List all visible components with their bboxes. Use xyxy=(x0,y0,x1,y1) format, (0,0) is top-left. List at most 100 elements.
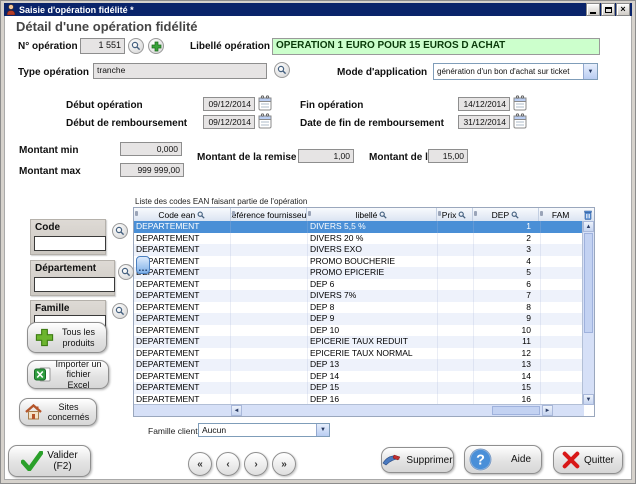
table-cell xyxy=(541,244,584,256)
search-icon[interactable] xyxy=(197,211,205,219)
arrow-right-icon: ► xyxy=(545,408,551,414)
table-cell: DEPARTEMENT xyxy=(134,382,231,394)
check-icon xyxy=(21,451,43,471)
scroll-left-button[interactable]: ◄ xyxy=(231,405,242,416)
house-icon xyxy=(25,404,42,420)
table-cell: DEP 9 xyxy=(308,313,438,325)
col-header-libelle[interactable]: libellé xyxy=(307,208,436,221)
table-row[interactable]: DEPARTEMENTDIVERS EXO3 xyxy=(134,244,584,256)
num-operation-search-button[interactable] xyxy=(128,38,144,54)
fin-remboursement-field[interactable]: 31/12/2014 xyxy=(458,115,510,129)
table-cell xyxy=(231,336,308,348)
mode-application-select[interactable]: génération d'un bon d'achat sur ticket ▼ xyxy=(433,63,598,80)
table-row[interactable]: DEPARTEMENTDEP 1515 xyxy=(134,382,584,394)
search-icon[interactable] xyxy=(511,211,519,219)
table-cell xyxy=(541,336,584,348)
horizontal-scrollbar[interactable]: ◄ ► xyxy=(134,404,584,416)
table-row[interactable]: DEPARTEMENTDEP 1313 xyxy=(134,359,584,371)
nav-first-button[interactable]: « xyxy=(188,452,212,476)
debut-operation-field[interactable]: 09/12/2014 xyxy=(203,97,255,111)
scroll-right-button[interactable]: ► xyxy=(542,405,553,416)
table-cell: DEP 8 xyxy=(308,302,438,314)
famille-client-select[interactable]: Aucun ▼ xyxy=(198,423,330,437)
nav-first-label: « xyxy=(197,459,203,470)
departement-search-button[interactable] xyxy=(118,264,134,280)
nav-prev-button[interactable]: ‹ xyxy=(216,452,240,476)
importer-excel-button[interactable]: Importer un fichier Excel xyxy=(27,360,109,389)
departement-browse-button[interactable]: … xyxy=(136,256,150,274)
maximize-button[interactable] xyxy=(601,3,615,16)
type-operation-search-button[interactable] xyxy=(274,62,290,78)
montant-tranche-field[interactable]: 15,00 xyxy=(428,149,468,163)
minimize-button[interactable] xyxy=(586,3,600,16)
close-button[interactable]: × xyxy=(616,3,630,16)
vertical-scrollbar[interactable]: ▲ ▼ xyxy=(582,221,594,405)
valider-button[interactable]: Valider(F2) xyxy=(8,445,91,477)
table-row[interactable]: DEPARTEMENTDIVERS 20 %2 xyxy=(134,233,584,245)
fin-remboursement-calendar-button[interactable] xyxy=(513,113,527,129)
fin-operation-field[interactable]: 14/12/2014 xyxy=(458,97,510,111)
debut-operation-calendar-button[interactable] xyxy=(258,95,272,111)
departement-input[interactable] xyxy=(34,277,115,292)
table-cell xyxy=(541,290,584,302)
table-cell: 9 xyxy=(474,313,541,325)
montant-min-field[interactable]: 0,000 xyxy=(120,142,182,156)
table-cell: DEP 14 xyxy=(308,371,438,383)
montant-max-field[interactable]: 999 999,00 xyxy=(120,163,184,177)
table-row[interactable]: DEPARTEMENTPROMO EPICERIE5 xyxy=(134,267,584,279)
table-row[interactable]: DEPARTEMENTEPICERIE TAUX REDUIT11 xyxy=(134,336,584,348)
debut-remboursement-label: Début de remboursement xyxy=(66,118,187,129)
table-row[interactable]: DEPARTEMENTDIVERS 5,5 %1 xyxy=(134,221,584,233)
num-operation-field[interactable]: 1 551 xyxy=(80,38,125,54)
scroll-up-button[interactable]: ▲ xyxy=(583,221,594,232)
table-row[interactable]: DEPARTEMENTDEP 88 xyxy=(134,302,584,314)
nav-next-button[interactable]: › xyxy=(244,452,268,476)
delete-rows-button[interactable] xyxy=(582,208,594,221)
valider-sublabel: (F2) xyxy=(53,461,71,472)
ean-table: Code ean Référence fournisseur libellé P… xyxy=(133,207,595,417)
scroll-down-button[interactable]: ▼ xyxy=(583,394,594,405)
col-header-prix[interactable]: Prix xyxy=(437,208,473,221)
col-header-code-ean[interactable]: Code ean xyxy=(134,208,231,221)
pin-icon xyxy=(438,211,441,216)
supprimer-button[interactable]: Supprimer xyxy=(381,447,454,473)
add-operation-button[interactable] xyxy=(148,38,164,54)
aide-button[interactable]: ? Aide xyxy=(464,445,542,474)
table-cell xyxy=(541,348,584,360)
libelle-operation-field[interactable]: OPERATION 1 EURO POUR 15 EUROS D ACHAT xyxy=(272,38,600,55)
table-row[interactable]: DEPARTEMENTDEP 66 xyxy=(134,279,584,291)
code-search-button[interactable] xyxy=(112,223,128,239)
h-scroll-thumb[interactable] xyxy=(492,406,540,415)
montant-remise-field[interactable]: 1,00 xyxy=(298,149,354,163)
nav-next-label: › xyxy=(254,459,257,470)
table-row[interactable]: DEPARTEMENTDEP 99 xyxy=(134,313,584,325)
type-operation-field[interactable]: tranche xyxy=(93,63,267,79)
debut-remboursement-field[interactable]: 09/12/2014 xyxy=(203,115,255,129)
quitter-button[interactable]: Quitter xyxy=(553,446,623,474)
table-cell: DEPARTEMENT xyxy=(134,348,231,360)
nav-last-button[interactable]: » xyxy=(272,452,296,476)
search-icon[interactable] xyxy=(458,211,466,219)
plus-icon xyxy=(35,328,54,347)
col-header-dep[interactable]: DEP xyxy=(473,208,540,221)
table-row[interactable]: DEPARTEMENTEPICERIE TAUX NORMAL12 xyxy=(134,348,584,360)
table-row[interactable]: DEPARTEMENTDEP 1010 xyxy=(134,325,584,337)
close-x-icon xyxy=(562,451,580,469)
table-row[interactable]: DEPARTEMENTDEP 1414 xyxy=(134,371,584,383)
col-header-reference-fournisseur[interactable]: Référence fournisseur xyxy=(231,208,308,221)
table-cell xyxy=(231,382,308,394)
code-input[interactable] xyxy=(34,236,106,251)
table-row[interactable]: DEPARTEMENTPROMO BOUCHERIE4 xyxy=(134,256,584,268)
fin-operation-calendar-button[interactable] xyxy=(513,95,527,111)
calendar-icon xyxy=(513,113,527,129)
mode-application-label: Mode d'application xyxy=(337,67,427,78)
col-header-fam[interactable]: FAM xyxy=(539,208,582,221)
sites-concernes-button[interactable]: Sites concernés xyxy=(19,398,97,426)
tous-les-produits-button[interactable]: Tous les produits xyxy=(27,322,107,353)
search-icon[interactable] xyxy=(379,211,387,219)
table-row[interactable]: DEPARTEMENTDIVERS 7%7 xyxy=(134,290,584,302)
table-caption: Liste des codes EAN faisant partie de l'… xyxy=(135,197,307,206)
famille-search-button[interactable] xyxy=(112,303,128,319)
debut-remboursement-calendar-button[interactable] xyxy=(258,113,272,129)
v-scroll-thumb[interactable] xyxy=(584,233,593,333)
